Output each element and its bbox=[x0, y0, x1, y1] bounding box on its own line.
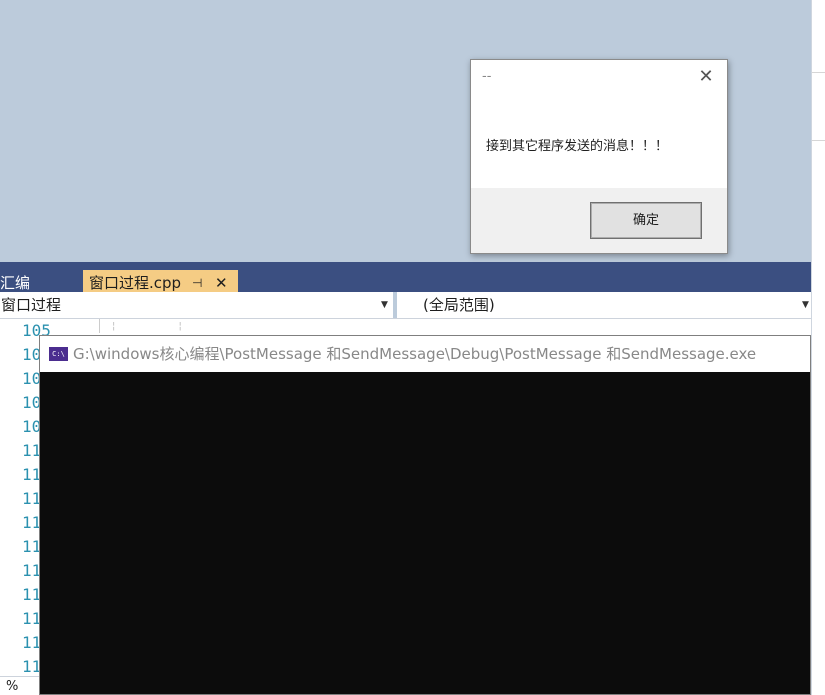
zoom-label: % bbox=[6, 679, 19, 694]
console-title-bar[interactable]: C:\ G:\windows核心编程\PostMessage 和SendMess… bbox=[40, 336, 810, 372]
console-window[interactable]: C:\ G:\windows核心编程\PostMessage 和SendMess… bbox=[39, 335, 811, 695]
tab-label: 汇编 bbox=[0, 274, 31, 292]
member-dropdown[interactable]: (全局范围) ▼ bbox=[397, 292, 811, 318]
navigation-bar: 窗口过程 ▼ (全局范围) ▼ bbox=[0, 292, 811, 319]
zoom-indicator[interactable]: % bbox=[0, 676, 40, 695]
right-panel-strip bbox=[811, 0, 825, 695]
message-box-dialog: -- ✕ 接到其它程序发送的消息！！！ 确定 bbox=[470, 59, 728, 254]
strip-divider bbox=[812, 140, 825, 141]
strip-divider bbox=[812, 72, 825, 73]
dialog-title: -- bbox=[482, 69, 492, 84]
chevron-down-icon: ▼ bbox=[802, 300, 809, 310]
dialog-footer: 确定 bbox=[471, 188, 727, 253]
console-title: G:\windows核心编程\PostMessage 和SendMessage\… bbox=[73, 345, 757, 363]
dialog-message: 接到其它程序发送的消息！！！ bbox=[486, 139, 669, 154]
indent-guides: ¦ ¦ bbox=[112, 321, 212, 332]
scope-dropdown-value: 窗口过程 bbox=[1, 296, 62, 314]
line-number-gutter: 105 10 10 10 10 11 11 11 11 11 11 11 11 … bbox=[0, 319, 51, 695]
ok-button[interactable]: 确定 bbox=[590, 202, 702, 239]
outline-margin bbox=[99, 319, 100, 333]
console-app-icon: C:\ bbox=[49, 347, 68, 361]
desktop: 汇编 窗口过程.cpp ⊣ ✕ 窗口过程 ▼ (全局范围) ▼ 105 10 1… bbox=[0, 0, 825, 695]
member-dropdown-value: (全局范围) bbox=[423, 296, 495, 314]
close-icon[interactable]: ✕ bbox=[696, 67, 716, 87]
document-tab-bar: 汇编 窗口过程.cpp ⊣ ✕ bbox=[0, 262, 811, 296]
scope-dropdown[interactable]: 窗口过程 ▼ bbox=[0, 292, 393, 318]
tab-label: 窗口过程.cpp bbox=[89, 274, 182, 292]
chevron-down-icon: ▼ bbox=[381, 300, 388, 310]
